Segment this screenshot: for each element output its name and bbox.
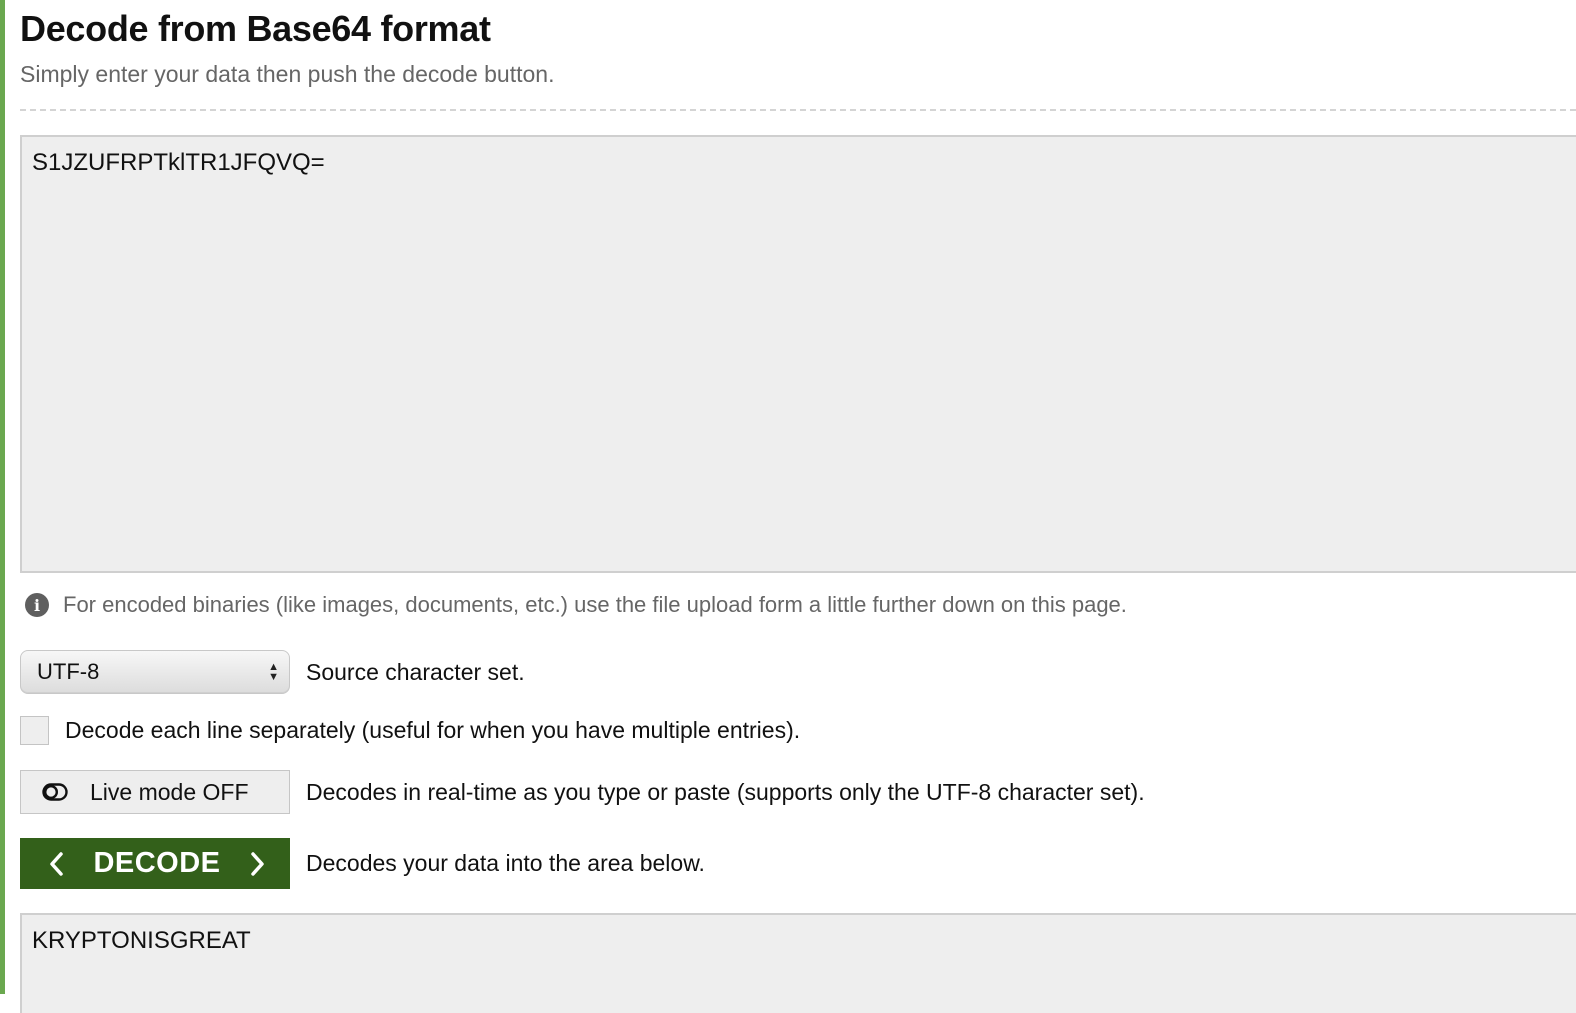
decode-page: Decode from Base64 format Simply enter y… <box>20 0 1576 1013</box>
decode-button[interactable]: DECODE <box>20 838 290 889</box>
toggle-off-icon <box>42 783 68 801</box>
per-line-label[interactable]: Decode each line separately (useful for … <box>65 717 800 744</box>
chevron-right-icon <box>251 851 264 876</box>
per-line-checkbox[interactable] <box>20 716 49 745</box>
select-arrows-icon: ▲ ▼ <box>268 661 279 683</box>
live-mode-row: Live mode OFF Decodes in real-time as yo… <box>20 770 1145 814</box>
decoded-output-area[interactable]: KRYPTONISGREAT <box>20 913 1576 1013</box>
info-text: For encoded binaries (like images, docum… <box>63 592 1127 617</box>
live-mode-button[interactable]: Live mode OFF <box>20 770 290 814</box>
live-mode-label: Live mode OFF <box>90 778 249 805</box>
live-mode-description: Decodes in real-time as you type or past… <box>306 778 1145 805</box>
page-subtitle: Simply enter your data then push the dec… <box>20 61 555 87</box>
charset-label: Source character set. <box>306 658 525 685</box>
charset-selected-value: UTF-8 <box>37 659 100 684</box>
charset-select[interactable]: UTF-8 ▲ ▼ <box>20 650 290 694</box>
left-accent-bar <box>0 0 5 994</box>
info-icon: i <box>25 593 49 617</box>
info-notice: i For encoded binaries (like images, doc… <box>25 592 1127 618</box>
divider <box>20 109 1576 111</box>
charset-row: UTF-8 ▲ ▼ Source character set. <box>20 650 525 694</box>
per-line-row: Decode each line separately (useful for … <box>20 716 800 745</box>
page-title: Decode from Base64 format <box>20 8 491 49</box>
decode-button-label: DECODE <box>93 847 221 879</box>
decode-description: Decodes your data into the area below. <box>306 850 705 876</box>
chevron-left-icon <box>50 851 63 876</box>
base64-input-textarea[interactable]: S1JZUFRPTklTR1JFQVQ= <box>20 135 1576 573</box>
decode-row: DECODE Decodes your data into the area b… <box>20 838 705 889</box>
